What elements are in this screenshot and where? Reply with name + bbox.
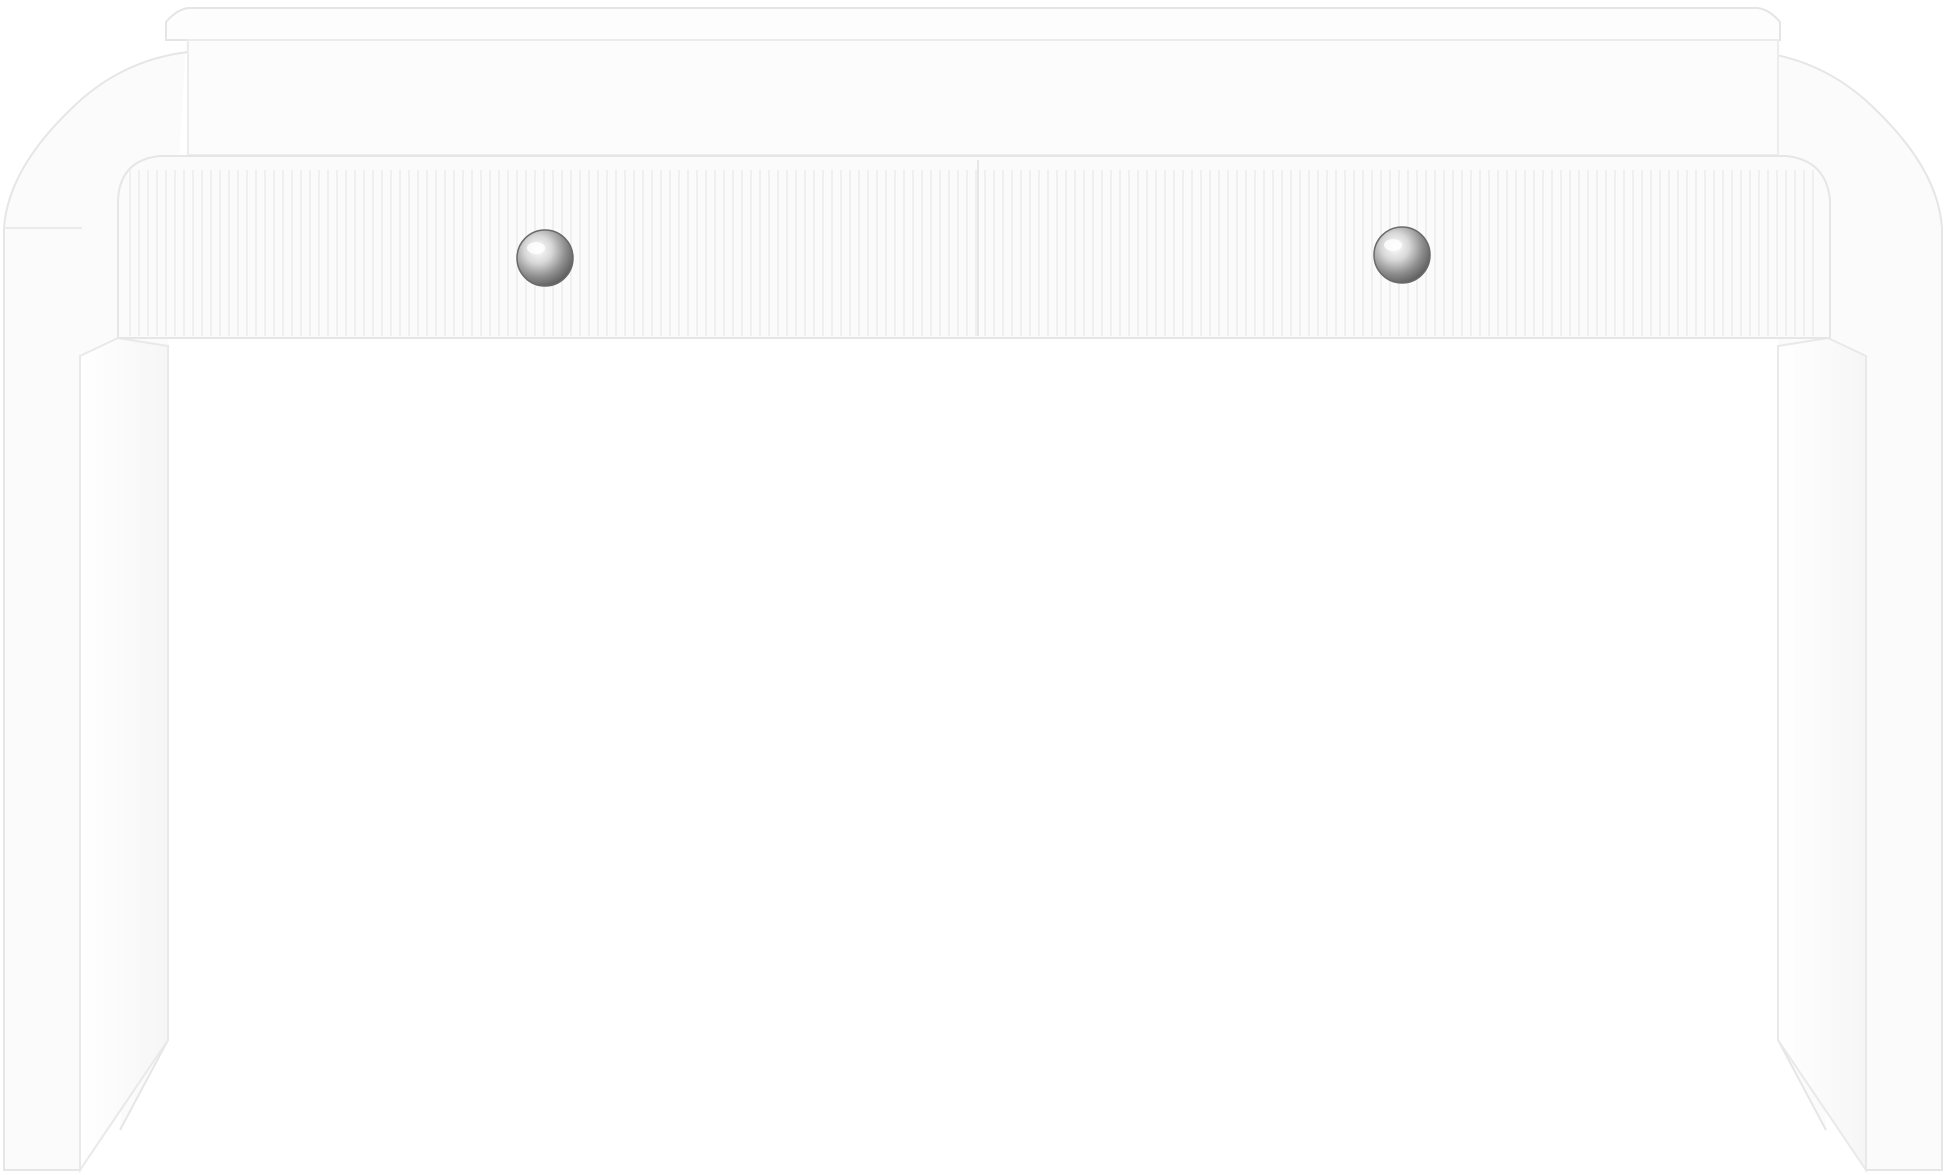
console-table-image [0, 0, 1946, 1175]
knob-highlight [527, 242, 545, 254]
right-drawer-knob[interactable] [1373, 226, 1431, 284]
left-leg-inner-face [79, 336, 169, 1174]
right-leg-inner-face [1777, 336, 1867, 1174]
chrome-knob-icon [1373, 226, 1431, 284]
chrome-knob-icon [516, 229, 574, 287]
fluted-drawer-front [117, 155, 1831, 339]
tabletop-surface [165, 7, 1781, 41]
apron-panel [187, 39, 1779, 156]
left-drawer-knob[interactable] [516, 229, 574, 287]
knob-highlight [1384, 239, 1402, 251]
